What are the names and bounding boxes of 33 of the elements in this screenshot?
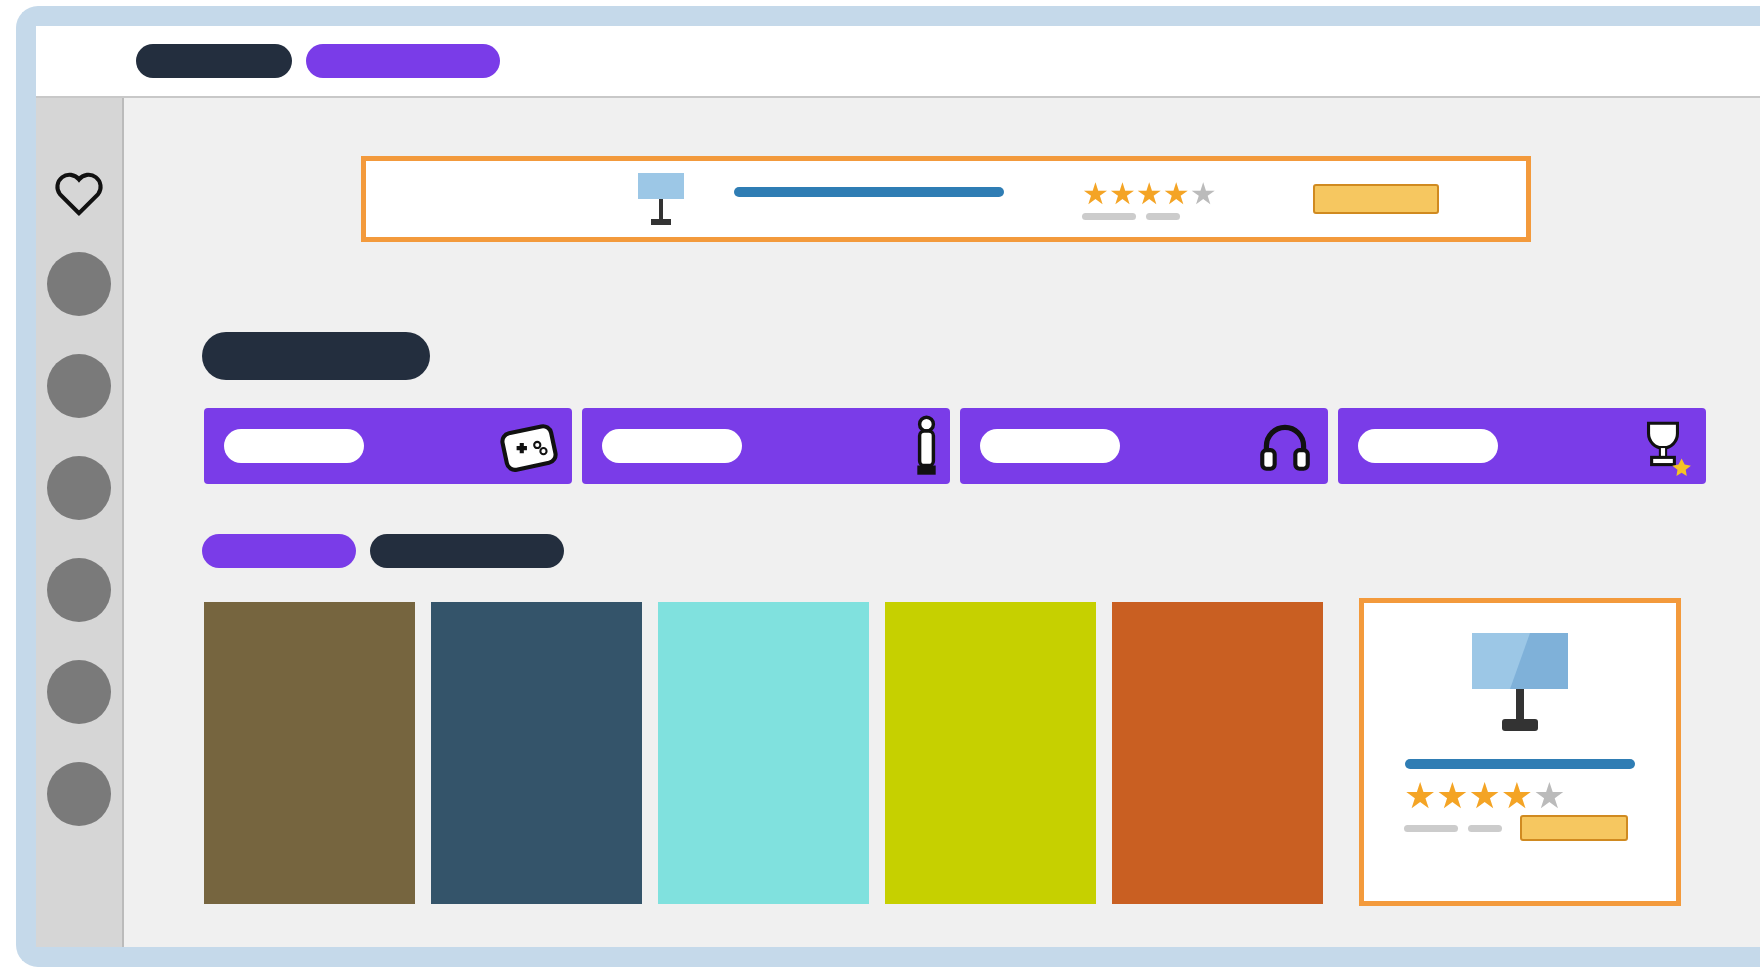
price-placeholder: [1146, 212, 1180, 220]
price-placeholder: [1082, 212, 1136, 220]
figure-icon: [915, 415, 938, 477]
product-tile[interactable]: [658, 602, 869, 904]
category-banner[interactable]: [582, 408, 950, 484]
star-icon: ★: [1162, 178, 1190, 209]
nav-tab[interactable]: [306, 44, 500, 78]
category-banner[interactable]: [960, 408, 1328, 484]
nav-tab[interactable]: [136, 44, 292, 78]
star-icon: ★: [1082, 178, 1109, 209]
featured-product-bar[interactable]: ★★★★★: [361, 156, 1531, 242]
monitor-icon: [636, 171, 686, 227]
star-icon: ★: [1500, 777, 1534, 815]
buy-button[interactable]: [1520, 815, 1628, 841]
price-placeholder: [1468, 824, 1502, 832]
star-icon: ★: [1189, 178, 1217, 209]
filter-tab[interactable]: [202, 534, 356, 568]
category-banner[interactable]: [1338, 408, 1706, 484]
buy-button[interactable]: [1312, 184, 1439, 214]
star-icon: ★: [1135, 178, 1163, 209]
product-tile[interactable]: [431, 602, 642, 904]
product-tile[interactable]: [1112, 602, 1323, 904]
product-tile[interactable]: [885, 602, 1096, 904]
product-card[interactable]: ★★★★★: [1359, 598, 1681, 906]
star-icon: ★: [1436, 777, 1469, 815]
star-icon: ★: [1468, 777, 1501, 815]
star-icon: ★: [1533, 777, 1566, 815]
star-icon: ★: [1108, 178, 1136, 209]
price-placeholder: [1404, 824, 1458, 832]
category-banner[interactable]: [204, 408, 572, 484]
filter-tab[interactable]: [370, 534, 564, 568]
star-icon: ★: [1404, 777, 1437, 815]
product-tile[interactable]: [204, 602, 415, 904]
